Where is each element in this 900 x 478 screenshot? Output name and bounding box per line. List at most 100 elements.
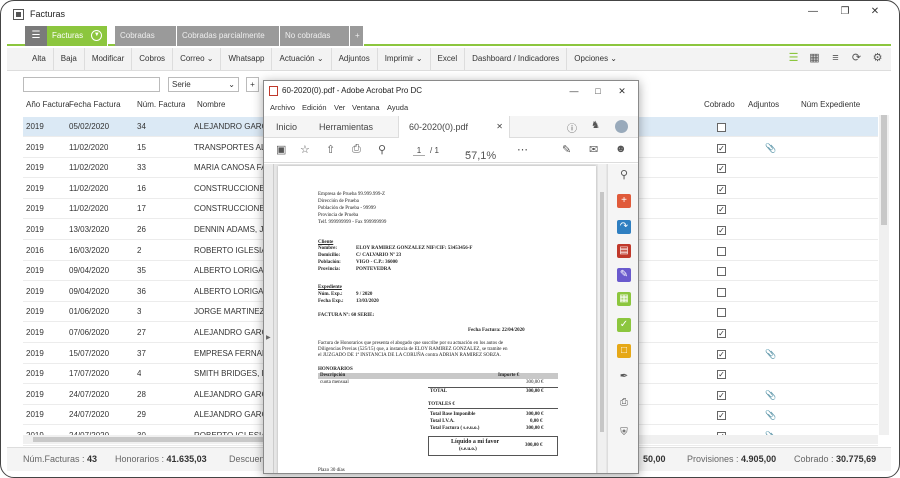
col-year[interactable]: Año Factura	[26, 100, 70, 109]
save-icon[interactable]: ▣	[276, 143, 286, 156]
bell-icon[interactable]: ♞	[591, 120, 600, 131]
adjuntos-button[interactable]: Adjuntos	[330, 48, 377, 70]
tab-cobradas-parcialmente[interactable]: Cobradas parcialmente	[177, 26, 280, 46]
export-pdf-icon[interactable]: ↷	[617, 220, 631, 234]
star-icon[interactable]: ☆	[300, 143, 310, 156]
paperclip-icon[interactable]: 📎	[765, 344, 776, 364]
paperclip-icon[interactable]: 📎	[765, 385, 776, 405]
list-view-icon[interactable]: ≡	[828, 52, 843, 64]
modificar-button[interactable]: Modificar	[83, 48, 131, 70]
scroll-thumb[interactable]	[600, 192, 604, 432]
print-icon[interactable]: ⎙	[352, 143, 361, 156]
scan-icon[interactable]: ▦	[617, 292, 631, 306]
chevron-right-icon[interactable]: ▶	[266, 334, 271, 341]
add-filter-button[interactable]: +	[246, 77, 259, 92]
excel-button[interactable]: Excel	[429, 48, 465, 70]
dashboard-button[interactable]: Dashboard / Indicadores	[464, 48, 566, 70]
cobrado-checkbox[interactable]: ✓	[717, 164, 726, 174]
cobrado-checkbox[interactable]: ✓	[717, 184, 726, 194]
menu-archivo[interactable]: Archivo	[270, 101, 295, 115]
help-icon[interactable]: ⓘ	[567, 120, 577, 135]
zoom-out-icon[interactable]: ⚲	[378, 143, 386, 156]
organize-pages-icon[interactable]: ▤	[617, 244, 631, 258]
menu-ayuda[interactable]: Ayuda	[387, 101, 408, 115]
tab-document[interactable]: 60-2020(0).pdf ✕	[398, 116, 510, 138]
baja-button[interactable]: Baja	[52, 48, 84, 70]
create-pdf-icon[interactable]: +	[617, 194, 631, 208]
close-icon[interactable]: ✕	[612, 81, 632, 101]
tab-facturas[interactable]: Facturas ▼	[47, 26, 109, 46]
tab-herramientas[interactable]: Herramientas	[319, 116, 373, 138]
cobros-button[interactable]: Cobros	[131, 48, 172, 70]
paperclip-icon[interactable]: 📎	[765, 138, 776, 158]
correo-button[interactable]: Correo ⌄	[172, 48, 220, 70]
hamburger-menu-icon[interactable]: ☰	[25, 26, 47, 46]
tab-no-cobradas[interactable]: No cobradas	[280, 26, 350, 46]
minimize-icon[interactable]: —	[801, 6, 825, 17]
col-adjuntos[interactable]: Adjuntos	[748, 100, 779, 109]
comment-icon[interactable]: □	[617, 344, 631, 358]
col-cobrado[interactable]: Cobrado	[704, 100, 735, 109]
document-scrollbar[interactable]	[598, 164, 606, 473]
add-user-icon[interactable]: ☻	[615, 143, 627, 155]
more-icon[interactable]: ⋯	[517, 143, 528, 156]
menu-edicion[interactable]: Edición	[302, 101, 327, 115]
close-icon[interactable]: ✕	[863, 6, 887, 17]
pen-icon[interactable]: ✒	[617, 370, 631, 384]
scroll-thumb[interactable]	[33, 437, 273, 442]
page-input[interactable]: 1	[413, 146, 425, 156]
cobrado-checkbox[interactable]: ✓	[717, 411, 726, 421]
close-icon[interactable]: ✕	[496, 116, 503, 138]
cobrado-checkbox[interactable]: ✓	[717, 226, 726, 235]
edit-pdf-icon[interactable]: ✎	[617, 268, 631, 282]
left-panel-toggle[interactable]: ▶	[264, 164, 274, 473]
vertical-scrollbar[interactable]	[879, 115, 889, 435]
opciones-button[interactable]: Opciones ⌄	[566, 48, 624, 70]
grid-view-icon[interactable]: ☰	[786, 51, 801, 64]
actuacion-button[interactable]: Actuación ⌄	[271, 48, 330, 70]
tab-inicio[interactable]: Inicio	[276, 116, 297, 138]
gear-icon[interactable]: ⚙	[870, 51, 885, 64]
mail-icon[interactable]: ✉	[589, 143, 598, 156]
menu-ventana[interactable]: Ventana	[352, 101, 380, 115]
fill-sign-icon[interactable]: ✓	[617, 318, 631, 332]
table-view-icon[interactable]: ▦	[807, 51, 822, 64]
search-input[interactable]	[23, 77, 160, 92]
cobrado-checkbox[interactable]: ✓	[717, 349, 726, 359]
refresh-icon[interactable]: ⟳	[849, 51, 864, 64]
chevron-down-icon[interactable]: ▼	[91, 30, 103, 42]
col-name[interactable]: Nombre	[197, 100, 225, 109]
print-production-icon[interactable]: ⎙	[617, 396, 631, 410]
cobrado-checkbox[interactable]: ✓	[717, 143, 726, 153]
sign-icon[interactable]: ✎	[562, 143, 571, 156]
tab-cobradas[interactable]: Cobradas	[115, 26, 177, 46]
restore-icon[interactable]: ❐	[833, 6, 857, 17]
cobrado-checkbox[interactable]	[717, 246, 726, 256]
menu-ver[interactable]: Ver	[334, 101, 345, 115]
col-num[interactable]: Núm. Factura	[137, 100, 185, 109]
cobrado-checkbox[interactable]: ✓	[717, 329, 726, 338]
maximize-icon[interactable]: □	[588, 81, 608, 101]
cobrado-checkbox[interactable]	[717, 287, 726, 297]
col-expediente[interactable]: Núm Expediente	[801, 100, 860, 109]
cobrado-checkbox[interactable]	[717, 267, 726, 277]
paperclip-icon[interactable]: 📎	[765, 405, 776, 425]
cobrado-checkbox[interactable]	[717, 308, 726, 318]
cobrado-checkbox[interactable]	[717, 123, 726, 132]
scroll-thumb[interactable]	[881, 115, 887, 225]
alta-button[interactable]: Alta	[25, 48, 53, 70]
shield-icon[interactable]: ⛨	[617, 426, 631, 440]
cobrado-checkbox[interactable]: ✓	[717, 390, 726, 400]
cobrado-checkbox[interactable]: ✓	[717, 205, 726, 215]
serie-select[interactable]: Serie ⌄	[168, 77, 239, 92]
zoom-in-icon[interactable]: ⚲	[617, 168, 631, 182]
upload-icon[interactable]: ⇧	[326, 143, 335, 156]
avatar[interactable]	[615, 120, 628, 133]
imprimir-button[interactable]: Imprimir ⌄	[376, 48, 430, 70]
zoom-select[interactable]: 57,1% ⌄	[465, 146, 496, 162]
col-date[interactable]: Fecha Factura	[69, 100, 121, 109]
tab-add[interactable]: +	[350, 26, 364, 46]
whatsapp-button[interactable]: Whatsapp	[220, 48, 271, 70]
minimize-icon[interactable]: —	[564, 81, 584, 101]
cobrado-checkbox[interactable]: ✓	[717, 370, 726, 380]
